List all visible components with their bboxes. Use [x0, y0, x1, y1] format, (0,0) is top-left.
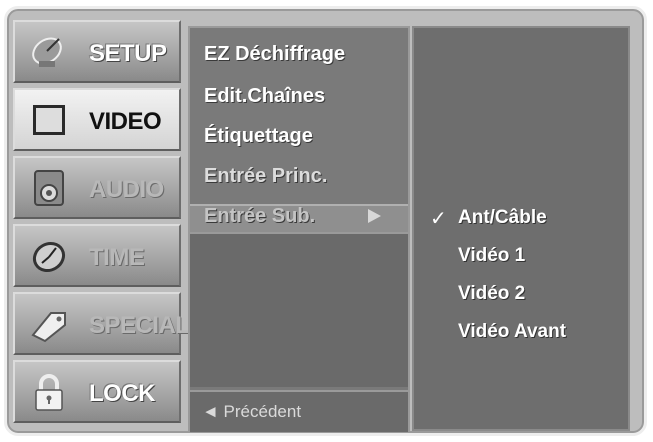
tag-icon [31, 312, 66, 343]
submenu-item-ez-dechiffrage[interactable]: EZ Déchiffrage [204, 43, 345, 66]
video-submenu: EZ Déchiffrage Edit.Chaînes Étiquettage … [188, 26, 410, 432]
checkmark-icon: ✓ [430, 206, 447, 230]
submenu-item-edit-chaines[interactable]: Edit.Chaînes [204, 85, 325, 108]
input-options-panel: ✓ Ant/Câble Vidéo 1 Vidéo 2 Vidéo Avant [412, 26, 630, 431]
tab-label: TIME [89, 244, 145, 271]
satellite-dish-icon [32, 37, 62, 67]
tab-special[interactable]: SPECIAL [13, 292, 190, 355]
tab-label: VIDEO [89, 108, 162, 135]
speaker-icon [34, 170, 64, 206]
screen-icon [33, 105, 65, 135]
submenu-item-entree-sub[interactable]: Entrée Sub. [190, 204, 408, 234]
submenu-item-label: Entrée Sub. [204, 205, 316, 227]
option-ant-cable[interactable]: Ant/Câble [458, 207, 547, 229]
back-label: ◄ Précédent [202, 402, 302, 421]
padlock-icon [35, 374, 63, 411]
tab-label: SPECIAL [89, 312, 190, 339]
category-tabs: SETUP VIDEO AUDIO TIME SPECIAL LOCK [13, 20, 190, 428]
tab-label: AUDIO [89, 176, 164, 203]
tab-label: SETUP [89, 40, 167, 67]
tab-setup[interactable]: SETUP [13, 20, 181, 83]
tab-video[interactable]: VIDEO [13, 88, 181, 151]
clock-icon [32, 241, 66, 273]
tab-label: LOCK [89, 380, 156, 407]
tab-audio[interactable]: AUDIO [13, 156, 181, 219]
option-video-1[interactable]: Vidéo 1 [458, 245, 525, 267]
submenu-empty-area [190, 232, 408, 387]
tab-time[interactable]: TIME [13, 224, 181, 287]
triangle-right-icon [368, 209, 381, 223]
back-button[interactable]: ◄ Précédent [190, 390, 408, 432]
submenu-item-entree-princ[interactable]: Entrée Princ. [204, 165, 327, 188]
option-video-2[interactable]: Vidéo 2 [458, 283, 525, 305]
submenu-item-etiquettage[interactable]: Étiquettage [204, 125, 313, 148]
tab-lock[interactable]: LOCK [13, 360, 181, 423]
option-video-avant[interactable]: Vidéo Avant [458, 321, 566, 343]
